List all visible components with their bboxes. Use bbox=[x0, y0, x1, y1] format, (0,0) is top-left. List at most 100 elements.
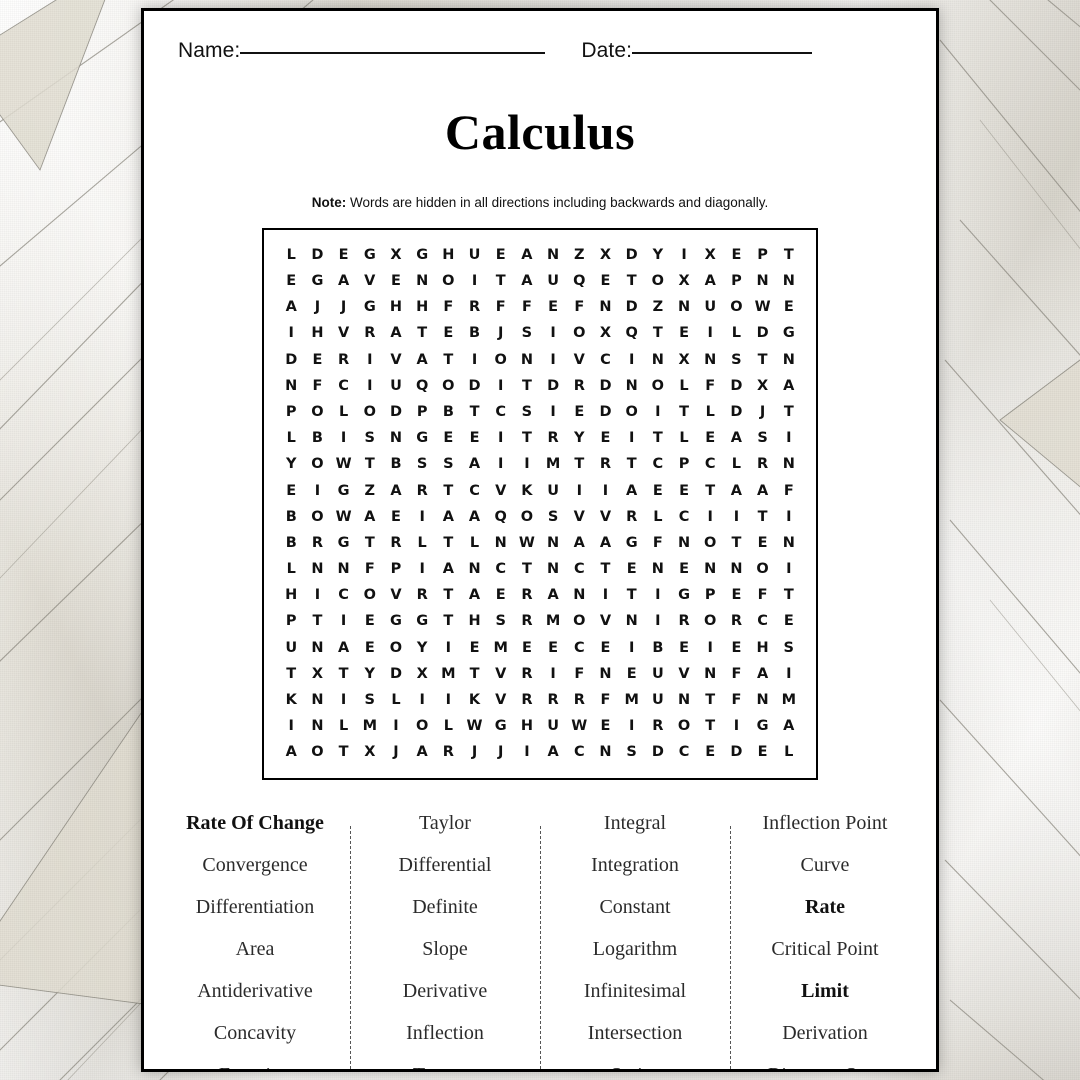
grid-cell[interactable]: H bbox=[435, 242, 461, 268]
grid-cell[interactable]: R bbox=[671, 609, 697, 635]
grid-cell[interactable]: T bbox=[723, 530, 749, 556]
grid-cell[interactable]: O bbox=[357, 399, 383, 425]
word-list-item[interactable]: Constant bbox=[599, 886, 670, 928]
grid-cell[interactable]: A bbox=[566, 530, 592, 556]
grid-cell[interactable]: A bbox=[776, 713, 802, 739]
grid-cell[interactable]: N bbox=[566, 582, 592, 608]
grid-cell[interactable]: E bbox=[671, 635, 697, 661]
grid-cell[interactable]: L bbox=[278, 425, 304, 451]
grid-cell[interactable]: I bbox=[776, 425, 802, 451]
grid-cell[interactable]: F bbox=[723, 661, 749, 687]
grid-cell[interactable]: I bbox=[461, 268, 487, 294]
grid-cell[interactable]: E bbox=[278, 478, 304, 504]
grid-cell[interactable]: L bbox=[278, 242, 304, 268]
grid-cell[interactable]: E bbox=[671, 556, 697, 582]
grid-cell[interactable]: C bbox=[750, 609, 776, 635]
grid-cell[interactable]: N bbox=[776, 530, 802, 556]
grid-cell[interactable]: D bbox=[383, 661, 409, 687]
grid-cell[interactable]: R bbox=[540, 425, 566, 451]
grid-cell[interactable]: B bbox=[461, 321, 487, 347]
grid-cell[interactable]: K bbox=[514, 478, 540, 504]
word-list-item[interactable]: Integral bbox=[604, 802, 666, 844]
grid-cell[interactable]: C bbox=[461, 478, 487, 504]
grid-cell[interactable]: C bbox=[645, 452, 671, 478]
grid-cell[interactable]: M bbox=[488, 635, 514, 661]
grid-cell[interactable]: I bbox=[331, 687, 357, 713]
grid-cell[interactable]: H bbox=[383, 294, 409, 320]
word-list-item[interactable]: Antiderivative bbox=[197, 970, 313, 1012]
grid-cell[interactable]: X bbox=[750, 373, 776, 399]
grid-cell[interactable]: D bbox=[619, 242, 645, 268]
grid-cell[interactable]: E bbox=[619, 661, 645, 687]
grid-cell[interactable]: Q bbox=[488, 504, 514, 530]
grid-cell[interactable]: I bbox=[540, 321, 566, 347]
grid-cell[interactable]: I bbox=[776, 661, 802, 687]
grid-cell[interactable]: O bbox=[409, 713, 435, 739]
grid-cell[interactable]: A bbox=[278, 740, 304, 766]
grid-cell[interactable]: C bbox=[671, 740, 697, 766]
grid-cell[interactable]: I bbox=[514, 452, 540, 478]
grid-cell[interactable]: L bbox=[435, 713, 461, 739]
grid-cell[interactable]: E bbox=[383, 504, 409, 530]
grid-cell[interactable]: N bbox=[671, 530, 697, 556]
grid-cell[interactable]: L bbox=[278, 556, 304, 582]
grid-cell[interactable]: V bbox=[566, 347, 592, 373]
grid-cell[interactable]: I bbox=[645, 609, 671, 635]
grid-cell[interactable]: J bbox=[383, 740, 409, 766]
grid-cell[interactable]: A bbox=[383, 321, 409, 347]
grid-cell[interactable]: O bbox=[488, 347, 514, 373]
grid-cell[interactable]: I bbox=[331, 609, 357, 635]
grid-cell[interactable]: A bbox=[278, 294, 304, 320]
grid-cell[interactable]: P bbox=[278, 399, 304, 425]
grid-cell[interactable]: D bbox=[304, 242, 330, 268]
grid-cell[interactable]: B bbox=[278, 504, 304, 530]
grid-cell[interactable]: I bbox=[540, 347, 566, 373]
grid-cell[interactable]: E bbox=[723, 242, 749, 268]
grid-cell[interactable]: L bbox=[671, 373, 697, 399]
grid-cell[interactable]: L bbox=[723, 452, 749, 478]
grid-cell[interactable]: N bbox=[488, 530, 514, 556]
word-list-item[interactable]: Tangent bbox=[413, 1054, 477, 1069]
grid-cell[interactable]: I bbox=[278, 321, 304, 347]
grid-cell[interactable]: E bbox=[514, 635, 540, 661]
grid-cell[interactable]: Y bbox=[409, 635, 435, 661]
grid-cell[interactable]: C bbox=[488, 556, 514, 582]
word-list-item[interactable]: Convergence bbox=[202, 844, 307, 886]
grid-cell[interactable]: A bbox=[461, 582, 487, 608]
grid-cell[interactable]: O bbox=[566, 609, 592, 635]
grid-cell[interactable]: O bbox=[671, 713, 697, 739]
grid-cell[interactable]: O bbox=[750, 556, 776, 582]
grid-cell[interactable]: T bbox=[435, 478, 461, 504]
grid-cell[interactable]: U bbox=[540, 478, 566, 504]
grid-cell[interactable]: W bbox=[514, 530, 540, 556]
grid-cell[interactable]: T bbox=[435, 609, 461, 635]
grid-cell[interactable]: N bbox=[723, 556, 749, 582]
grid-cell[interactable]: U bbox=[383, 373, 409, 399]
grid-cell[interactable]: F bbox=[435, 294, 461, 320]
word-list-item[interactable]: Differential bbox=[399, 844, 492, 886]
grid-cell[interactable]: O bbox=[304, 504, 330, 530]
grid-cell[interactable]: F bbox=[592, 687, 618, 713]
word-list-item[interactable]: Inflection bbox=[406, 1012, 484, 1054]
grid-cell[interactable]: T bbox=[619, 582, 645, 608]
grid-cell[interactable]: R bbox=[750, 452, 776, 478]
grid-cell[interactable]: G bbox=[750, 713, 776, 739]
grid-cell[interactable]: O bbox=[357, 582, 383, 608]
grid-cell[interactable]: V bbox=[488, 478, 514, 504]
grid-cell[interactable]: T bbox=[461, 661, 487, 687]
grid-cell[interactable]: N bbox=[540, 242, 566, 268]
grid-cell[interactable]: F bbox=[645, 530, 671, 556]
grid-cell[interactable]: O bbox=[645, 373, 671, 399]
grid-cell[interactable]: P bbox=[697, 582, 723, 608]
grid-cell[interactable]: E bbox=[461, 635, 487, 661]
grid-cell[interactable]: O bbox=[435, 268, 461, 294]
grid-cell[interactable]: A bbox=[619, 478, 645, 504]
grid-cell[interactable]: C bbox=[697, 452, 723, 478]
grid-cell[interactable]: Q bbox=[566, 268, 592, 294]
grid-cell[interactable]: I bbox=[645, 582, 671, 608]
grid-cell[interactable]: H bbox=[278, 582, 304, 608]
grid-cell[interactable]: A bbox=[331, 268, 357, 294]
grid-cell[interactable]: L bbox=[723, 321, 749, 347]
grid-cell[interactable]: I bbox=[776, 556, 802, 582]
grid-cell[interactable]: V bbox=[592, 504, 618, 530]
